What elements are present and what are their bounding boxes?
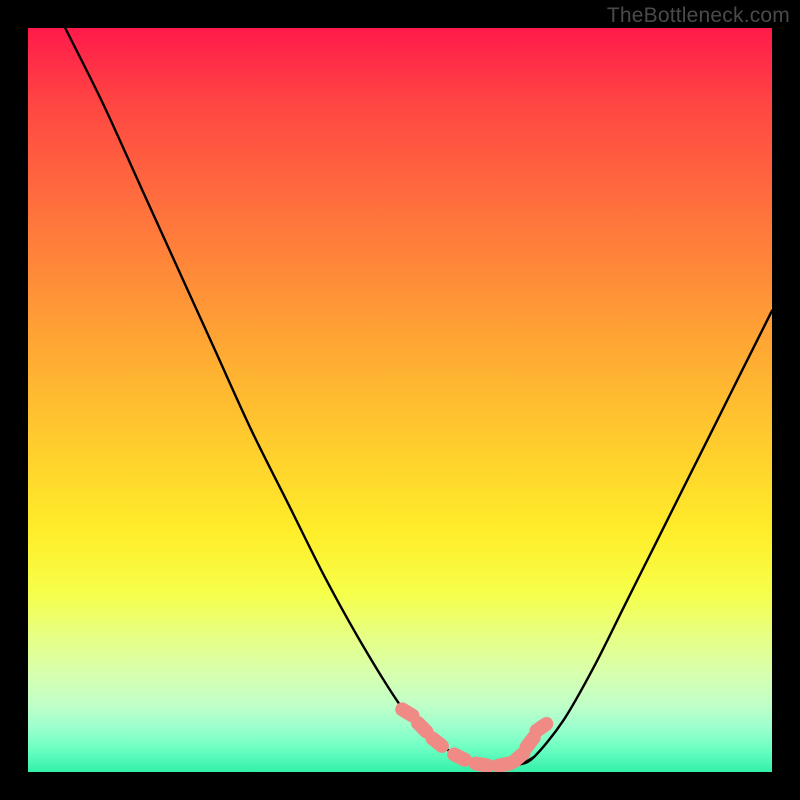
chart-svg [28, 28, 772, 772]
marker-layer [393, 700, 556, 772]
highlight-marker [468, 756, 496, 772]
line-layer [65, 28, 772, 765]
curve-left [65, 28, 474, 765]
watermark-text: TheBottleneck.com [607, 4, 790, 28]
curve-right [519, 311, 772, 765]
plot-area [28, 28, 772, 772]
chart-frame: TheBottleneck.com [0, 0, 800, 800]
